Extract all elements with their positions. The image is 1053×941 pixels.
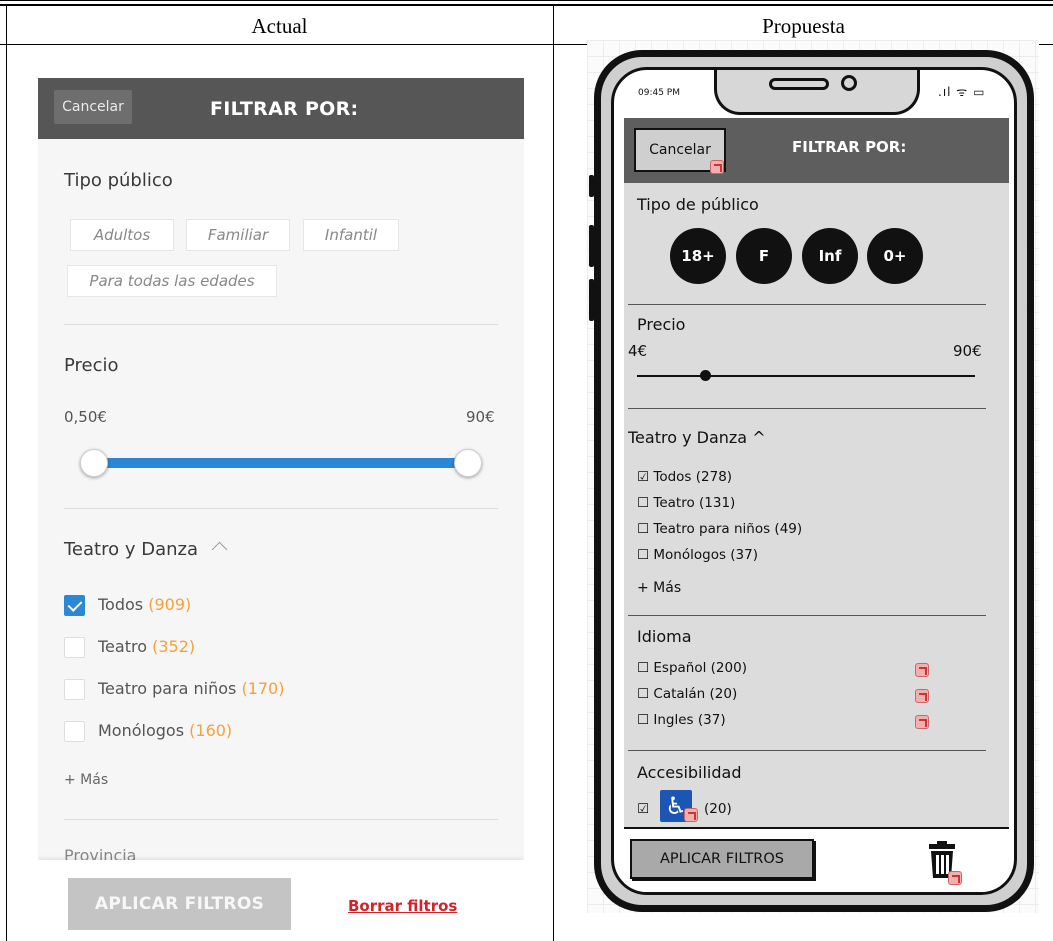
proposed-price-max: 90€: [953, 342, 982, 360]
proposed-audience-option[interactable]: 18+: [670, 228, 726, 284]
actual-filter-screen: Cancelar FILTRAR POR: Tipo público Adult…: [38, 78, 524, 941]
proposed-audience-option[interactable]: Inf: [802, 228, 858, 284]
proposed-category-title[interactable]: Teatro y Danza ^: [628, 428, 766, 447]
phone-volume-down: [589, 279, 594, 321]
status-time: 09:45 PM: [638, 88, 680, 98]
actual-category-count: (160): [189, 721, 233, 740]
phone-screen: 09:45 PM .ıl ᯤ ▭ Cancelar FILTRAR POR: T…: [611, 67, 1017, 895]
actual-price-slider-min-handle[interactable]: [80, 449, 108, 477]
link-icon: [710, 160, 724, 174]
actual-category-count: (352): [152, 637, 196, 656]
actual-price-max: 90€: [466, 408, 495, 426]
actual-price-slider-max-handle[interactable]: [454, 449, 482, 477]
proposed-language-row[interactable]: ☐ Catalán (20): [637, 686, 737, 702]
proposed-filter-screen: Cancelar FILTRAR POR: Tipo de público 18…: [624, 118, 1009, 892]
actual-section-divider: [64, 508, 498, 509]
proposed-category-row[interactable]: ☐ Teatro (131): [637, 495, 735, 511]
actual-category-label: Monólogos: [98, 721, 185, 740]
actual-price-min: 0,50€: [64, 408, 107, 426]
proposed-language-row[interactable]: ☐ Ingles (37): [637, 712, 726, 728]
actual-price-slider-track[interactable]: [92, 458, 468, 468]
proposed-price-title: Precio: [637, 315, 686, 334]
actual-audience-chip[interactable]: Familiar: [186, 219, 290, 251]
signal-wifi-battery-icons: .ıl ᯤ ▭: [938, 85, 986, 99]
actual-checkbox[interactable]: [64, 637, 85, 658]
proposed-audience-title: Tipo de público: [637, 195, 759, 214]
actual-audience-title: Tipo público: [64, 170, 173, 191]
proposed-apply-filters-button[interactable]: APLICAR FILTROS: [630, 839, 814, 879]
link-icon: [915, 689, 929, 703]
actual-section-divider: [64, 324, 498, 325]
proposed-category-row[interactable]: ☐ Teatro para niños (49): [637, 521, 802, 537]
proposed-accessibility-title: Accesibilidad: [637, 763, 742, 782]
proposed-header-title: FILTRAR POR:: [792, 138, 907, 156]
proposed-section-divider: [628, 304, 986, 305]
speaker-icon: [769, 78, 829, 90]
phone-volume-up: [589, 225, 594, 267]
proposed-section-divider: [628, 750, 986, 751]
proposed-price-slider-handle[interactable]: [700, 370, 711, 381]
link-icon: [684, 808, 698, 822]
actual-category-label: Teatro: [98, 637, 147, 656]
link-icon: [915, 663, 929, 677]
actual-audience-chip[interactable]: Adultos: [70, 219, 174, 251]
proposed-language-title: Idioma: [637, 627, 692, 646]
actual-apply-filters-button[interactable]: APLICAR FILTROS: [68, 878, 291, 930]
actual-more-link[interactable]: + Más: [64, 772, 108, 788]
actual-category-label: Todos: [98, 595, 144, 614]
phone-power-button: [1027, 247, 1032, 311]
table-top-rule: [0, 0, 1053, 6]
actual-checkbox[interactable]: [64, 679, 85, 700]
column-header-actual: Actual: [251, 14, 308, 38]
actual-category-title[interactable]: Teatro y Danza: [64, 539, 198, 560]
chevron-up-icon[interactable]: [211, 541, 228, 558]
proposed-category-row[interactable]: ☐ Monólogos (37): [637, 547, 758, 563]
actual-price-title: Precio: [64, 355, 119, 376]
proposed-language-row[interactable]: ☐ Español (200): [637, 660, 747, 676]
actual-category-count: (909): [148, 595, 192, 614]
proposed-more-link[interactable]: + Más: [637, 580, 681, 596]
proposed-section-divider: [628, 615, 986, 616]
actual-section-divider: [64, 819, 498, 820]
proposed-audience-option[interactable]: 0+: [867, 228, 923, 284]
actual-checkbox-checked[interactable]: [64, 595, 85, 616]
actual-category-label: Teatro para niños: [98, 679, 237, 698]
phone-notch: [714, 70, 920, 115]
camera-icon: [841, 75, 857, 91]
proposed-section-divider: [628, 408, 986, 409]
link-icon: [948, 871, 962, 885]
table-column-divider: [553, 6, 554, 941]
actual-footer: APLICAR FILTROS Borrar filtros: [38, 860, 524, 941]
phone-frame: 09:45 PM .ıl ᯤ ▭ Cancelar FILTRAR POR: T…: [589, 50, 1034, 912]
actual-cancel-button[interactable]: Cancelar: [54, 90, 132, 124]
proposed-price-slider-track[interactable]: [637, 375, 975, 377]
actual-header-title: FILTRAR POR:: [210, 98, 359, 120]
proposed-accessibility-count: (20): [704, 801, 732, 817]
phone-mute-switch: [589, 175, 594, 197]
proposed-price-min: 4€: [628, 342, 648, 360]
proposed-footer: APLICAR FILTROS: [624, 827, 1009, 892]
link-icon: [915, 715, 929, 729]
proposed-accessibility-checkbox[interactable]: ☑: [637, 801, 649, 817]
table-left-border: [6, 6, 7, 941]
actual-header-bar: Cancelar FILTRAR POR:: [38, 78, 524, 139]
column-header-proposed: Propuesta: [762, 14, 845, 38]
proposed-category-row[interactable]: ☑ Todos (278): [637, 469, 732, 485]
actual-audience-chip[interactable]: Para todas las edades: [67, 265, 277, 297]
actual-clear-filters-link[interactable]: Borrar filtros: [348, 897, 457, 915]
actual-audience-chip[interactable]: Infantil: [303, 219, 399, 251]
proposed-audience-option[interactable]: F: [736, 228, 792, 284]
proposed-header-bar: Cancelar FILTRAR POR:: [624, 118, 1009, 183]
actual-category-count: (170): [241, 679, 285, 698]
actual-checkbox[interactable]: [64, 721, 85, 742]
